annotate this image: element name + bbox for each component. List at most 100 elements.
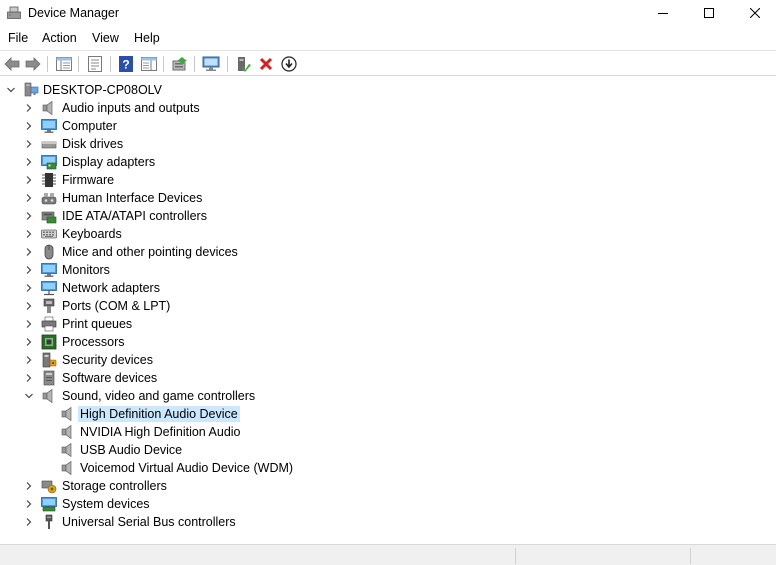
- tree-category-label: Firmware: [62, 173, 115, 187]
- status-divider: [515, 548, 516, 564]
- display-adapter-icon: [41, 155, 57, 170]
- tree-category[interactable]: Print queues: [0, 315, 776, 333]
- download-circle-icon: [281, 56, 297, 72]
- tree-root[interactable]: DESKTOP-CP08OLV: [0, 81, 776, 99]
- chevron-right-icon[interactable]: [24, 301, 34, 311]
- tree-category[interactable]: Audio inputs and outputs: [0, 99, 776, 117]
- tree-category-label: Keyboards: [62, 227, 122, 241]
- chevron-right-icon[interactable]: [24, 247, 34, 257]
- usb-icon: [45, 514, 53, 529]
- tree-category[interactable]: System devices: [0, 495, 776, 513]
- chevron-right-icon[interactable]: [24, 211, 34, 221]
- status-bar: [0, 544, 776, 565]
- chevron-right-icon[interactable]: [24, 265, 34, 275]
- properties-button[interactable]: [86, 55, 104, 73]
- tree-category[interactable]: Mice and other pointing devices: [0, 243, 776, 261]
- tree-category-label: Storage controllers: [62, 479, 167, 493]
- chevron-right-icon[interactable]: [24, 517, 34, 527]
- chevron-right-icon[interactable]: [24, 337, 34, 347]
- tree-device-selected[interactable]: High Definition Audio Device: [0, 405, 776, 423]
- tree-category[interactable]: Firmware: [0, 171, 776, 189]
- menu-action[interactable]: Action: [42, 31, 77, 46]
- close-button[interactable]: [732, 0, 776, 26]
- properties-icon: [88, 56, 102, 72]
- tree-category-label: Disk drives: [62, 137, 124, 151]
- forward-button[interactable]: [24, 55, 42, 73]
- tree-category[interactable]: Ports (COM & LPT): [0, 297, 776, 315]
- chevron-right-icon[interactable]: [24, 157, 34, 167]
- menu-view[interactable]: View: [92, 31, 119, 46]
- chevron-right-icon[interactable]: [24, 121, 34, 131]
- tree-category[interactable]: Disk drives: [0, 135, 776, 153]
- minimize-button[interactable]: [640, 0, 686, 26]
- action-pane-button[interactable]: [140, 55, 158, 73]
- chevron-down-icon[interactable]: [6, 85, 16, 95]
- back-arrow-icon: [4, 57, 20, 71]
- tree-category[interactable]: Security devices: [0, 351, 776, 369]
- software-device-icon: [43, 370, 55, 386]
- maximize-icon: [704, 8, 714, 18]
- monitor-icon: [41, 119, 57, 133]
- chevron-right-icon[interactable]: [24, 283, 34, 293]
- chevron-right-icon[interactable]: [24, 373, 34, 383]
- storage-controller-icon: [41, 480, 57, 494]
- toolbar-separator: [227, 56, 228, 72]
- tree-category[interactable]: Human Interface Devices: [0, 189, 776, 207]
- tree-category-label: Human Interface Devices: [62, 191, 203, 205]
- action-pane-icon: [141, 57, 157, 71]
- tree-category-label: Mice and other pointing devices: [62, 245, 238, 259]
- chevron-down-icon[interactable]: [24, 391, 34, 401]
- tree-device[interactable]: NVIDIA High Definition Audio: [0, 423, 776, 441]
- title-bar: Device Manager: [0, 0, 776, 26]
- chevron-right-icon[interactable]: [24, 481, 34, 491]
- tree-category-label: Universal Serial Bus controllers: [62, 515, 236, 529]
- tree-category[interactable]: Monitors: [0, 261, 776, 279]
- tree-device[interactable]: USB Audio Device: [0, 441, 776, 459]
- menu-help[interactable]: Help: [134, 31, 160, 46]
- minimize-icon: [658, 13, 668, 14]
- tree-device[interactable]: Voicemod Virtual Audio Device (WDM): [0, 459, 776, 477]
- tree-category[interactable]: Software devices: [0, 369, 776, 387]
- tree-category[interactable]: Storage controllers: [0, 477, 776, 495]
- enable-device-icon: [238, 57, 251, 72]
- tree-category-label: Security devices: [62, 353, 154, 367]
- chevron-right-icon[interactable]: [24, 175, 34, 185]
- chevron-right-icon[interactable]: [24, 139, 34, 149]
- toolbar-separator: [194, 56, 195, 72]
- tree-category[interactable]: Computer: [0, 117, 776, 135]
- uninstall-device-button[interactable]: [257, 55, 275, 73]
- chevron-right-icon[interactable]: [24, 229, 34, 239]
- security-device-icon: [42, 352, 57, 368]
- chevron-right-icon[interactable]: [24, 319, 34, 329]
- tree-category-label: Print queues: [62, 317, 133, 331]
- printer-icon: [41, 316, 57, 332]
- toolbar-separator: [163, 56, 164, 72]
- scan-hardware-icon: [202, 56, 220, 71]
- help-button[interactable]: ?: [117, 55, 135, 73]
- tree-category[interactable]: Universal Serial Bus controllers: [0, 513, 776, 531]
- toolbar-separator: [110, 56, 111, 72]
- tree-category[interactable]: Keyboards: [0, 225, 776, 243]
- maximize-button[interactable]: [686, 0, 732, 26]
- chevron-right-icon[interactable]: [24, 193, 34, 203]
- device-tree[interactable]: DESKTOP-CP08OLV Audio inputs and outputs…: [0, 80, 776, 540]
- tree-category[interactable]: Processors: [0, 333, 776, 351]
- chevron-right-icon[interactable]: [24, 355, 34, 365]
- svg-text:?: ?: [122, 58, 129, 72]
- back-button[interactable]: [3, 55, 21, 73]
- chevron-right-icon[interactable]: [24, 499, 34, 509]
- menu-file[interactable]: File: [8, 31, 28, 46]
- tree-device-label: High Definition Audio Device: [78, 406, 240, 422]
- update-driver-button[interactable]: [171, 55, 189, 73]
- show-hide-console-tree-button[interactable]: [55, 55, 73, 73]
- scan-for-hardware-changes-button[interactable]: [202, 55, 220, 73]
- chevron-right-icon[interactable]: [24, 103, 34, 113]
- tree-category[interactable]: IDE ATA/ATAPI controllers: [0, 207, 776, 225]
- tree-category-expanded[interactable]: Sound, video and game controllers: [0, 387, 776, 405]
- chip-icon: [42, 173, 56, 187]
- system-device-icon: [41, 497, 57, 512]
- tree-category[interactable]: Display adapters: [0, 153, 776, 171]
- disable-device-button[interactable]: [280, 55, 298, 73]
- enable-device-button[interactable]: [235, 55, 253, 73]
- tree-category[interactable]: Network adapters: [0, 279, 776, 297]
